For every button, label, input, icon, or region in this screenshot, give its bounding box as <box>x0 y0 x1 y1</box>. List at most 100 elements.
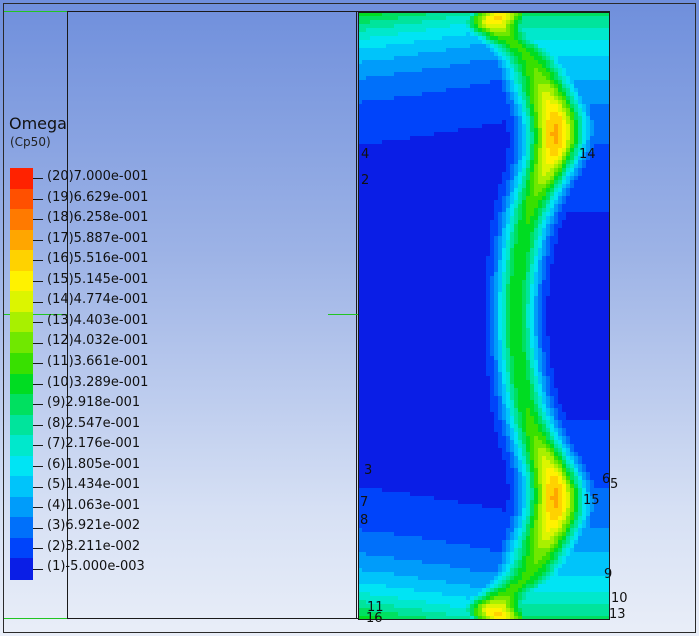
contour-cell <box>478 604 483 609</box>
contour-cell <box>358 312 487 317</box>
contour-cell <box>534 328 539 333</box>
contour-cell <box>546 192 551 197</box>
contour-cell <box>546 500 555 505</box>
contour-cell <box>578 472 583 477</box>
contour-cell <box>514 564 519 569</box>
contour-cell <box>578 100 583 105</box>
contour-cell <box>570 88 575 93</box>
legend-tick <box>33 219 43 221</box>
contour-cell <box>582 516 587 521</box>
contour-cell <box>358 244 491 249</box>
contour-cell <box>358 132 435 137</box>
contour-cell <box>550 420 555 425</box>
contour-cell <box>534 380 539 385</box>
contour-cell <box>514 592 519 597</box>
contour-cell <box>542 112 547 117</box>
contour-cell <box>542 380 547 385</box>
contour-cell <box>550 288 610 293</box>
contour-cell <box>358 484 511 489</box>
contour-cell <box>554 376 610 381</box>
contour-cell <box>482 124 507 129</box>
contour-cell <box>546 264 551 269</box>
contour-cell <box>358 120 503 125</box>
contour-cell <box>470 544 503 549</box>
contour-cell <box>506 500 515 505</box>
contour-cell <box>358 276 487 281</box>
contour-cell <box>534 348 539 353</box>
contour-cell <box>514 416 519 421</box>
contour-cell <box>538 176 551 181</box>
contour-cell <box>570 464 575 469</box>
contour-cell <box>534 232 539 237</box>
contour-cell <box>530 260 535 265</box>
contour-cell <box>514 364 527 369</box>
contour-cell <box>550 364 610 369</box>
contour-cell <box>558 132 563 137</box>
contour-cell <box>550 388 559 393</box>
contour-cell <box>562 508 567 513</box>
contour-cell <box>494 584 499 589</box>
contour-cell <box>538 104 543 109</box>
contour-cell <box>530 312 535 317</box>
contour-cell <box>514 396 519 401</box>
contour-cell <box>502 340 507 345</box>
contour-cell <box>538 232 543 237</box>
contour-cell <box>510 220 515 225</box>
contour-cell <box>498 400 503 405</box>
contour-cell <box>538 332 543 337</box>
contour-cell <box>526 76 531 81</box>
contour-cell <box>518 532 523 537</box>
contour-cell <box>358 84 471 89</box>
contour-cell <box>510 380 515 385</box>
contour-cell <box>510 84 515 89</box>
contour-cell <box>526 64 543 69</box>
contour-cell <box>518 32 523 37</box>
contour-cell <box>538 236 543 241</box>
contour-cell <box>522 76 527 81</box>
contour-cell <box>534 476 539 481</box>
contour-cell <box>502 336 507 341</box>
contour-cell <box>522 124 527 129</box>
contour-cell <box>394 96 507 101</box>
contour-cell <box>586 524 591 529</box>
contour-cell <box>502 208 507 213</box>
contour-cell <box>574 480 579 485</box>
contour-cell <box>498 276 503 281</box>
contour-cell <box>506 532 511 537</box>
contour-cell <box>534 420 539 425</box>
contour-cell <box>514 224 519 229</box>
contour-cell <box>566 436 571 441</box>
contour-cell <box>486 324 491 329</box>
contour-cell <box>506 124 515 129</box>
contour-cell <box>510 552 515 557</box>
contour-cell <box>490 400 499 405</box>
contour-level-label: 9 <box>604 567 613 582</box>
contour-cell <box>554 416 559 421</box>
contour-cell <box>510 168 515 173</box>
contour-cell <box>506 556 511 561</box>
contour-cell <box>490 280 495 285</box>
contour-cell <box>510 556 515 561</box>
contour-cell <box>566 432 610 437</box>
contour-cell <box>526 372 531 377</box>
contour-cell <box>510 376 515 381</box>
contour-cell <box>514 500 519 505</box>
contour-cell <box>506 256 511 261</box>
contour-cell <box>358 412 495 417</box>
contour-cell <box>546 128 555 133</box>
contour-cell <box>542 296 547 301</box>
contour-cell <box>514 528 519 533</box>
contour-cell <box>534 244 539 249</box>
contour-cell <box>522 40 527 45</box>
contour-cell <box>586 116 591 121</box>
contour-cell <box>578 520 583 525</box>
legend-label: (5)1.434e-001 <box>47 477 141 493</box>
cfd-viewport[interactable]: 4 2 14 3 7 8 6 5 15 9 10 13 11 16 Omega (Cp50) (20)7.… <box>0 0 699 636</box>
contour-cell <box>558 540 563 545</box>
contour-cell <box>558 240 610 245</box>
contour-cell <box>534 316 539 321</box>
contour-cell <box>518 20 523 25</box>
contour-cell <box>358 452 503 457</box>
contour-cell <box>518 436 523 441</box>
contour-cell <box>358 200 495 205</box>
